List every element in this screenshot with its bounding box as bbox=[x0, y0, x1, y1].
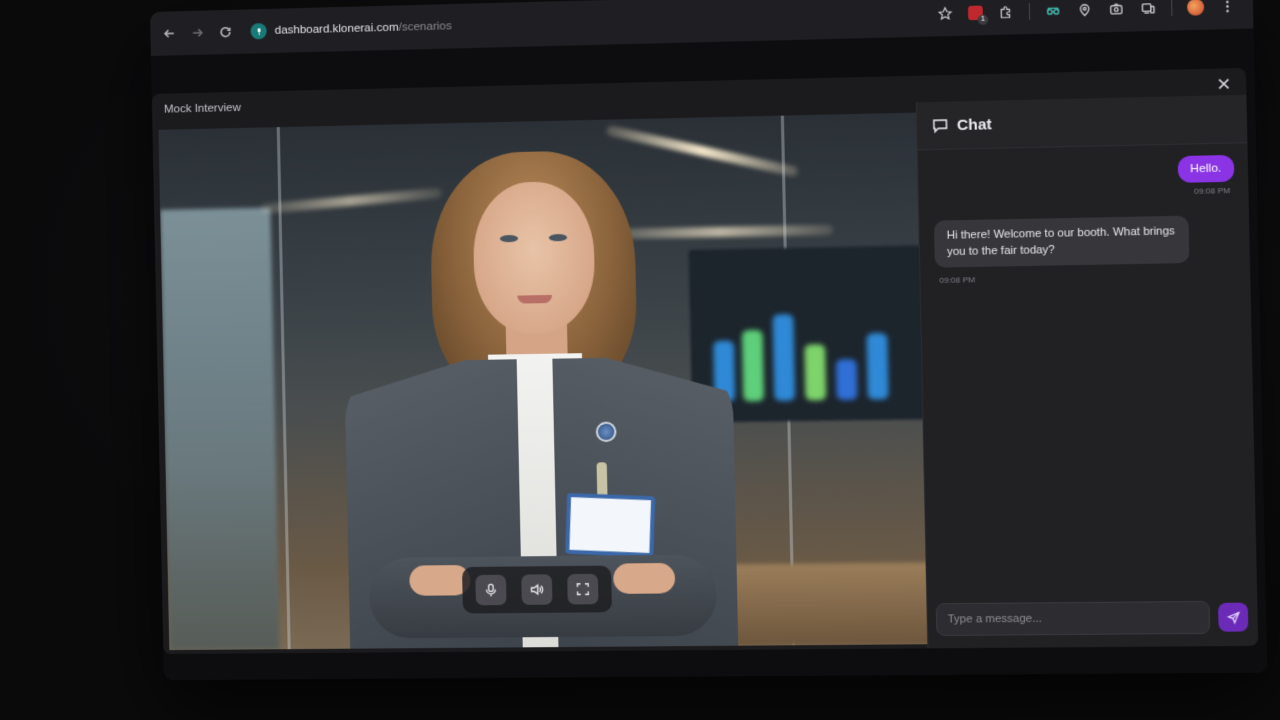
profile-avatar[interactable] bbox=[1186, 0, 1205, 16]
extension-red-icon[interactable]: 1 bbox=[967, 5, 989, 26]
chat-bubble-icon bbox=[932, 117, 949, 134]
close-icon bbox=[1216, 77, 1231, 92]
user-message-time: 09:08 PM bbox=[1193, 185, 1231, 196]
chat-title: Chat bbox=[956, 115, 993, 134]
extensions-puzzle-icon[interactable] bbox=[997, 4, 1014, 21]
speaker-icon bbox=[530, 582, 545, 596]
send-icon bbox=[1226, 610, 1240, 624]
fullscreen-button[interactable] bbox=[566, 573, 599, 605]
devices-icon[interactable] bbox=[1139, 0, 1156, 17]
message-input[interactable]: Type a message... bbox=[935, 600, 1211, 637]
fullscreen-icon bbox=[575, 582, 590, 596]
screenshot-icon[interactable] bbox=[1108, 1, 1125, 18]
location-pin-icon[interactable] bbox=[1076, 2, 1093, 19]
monitor-bar bbox=[772, 314, 796, 401]
page-content: Mock Interview Chat Hello. 09:08 PM Hi t… bbox=[150, 28, 1268, 681]
video-controls bbox=[461, 565, 613, 614]
glasses-extension-icon[interactable] bbox=[1045, 2, 1062, 19]
url-host: dashboard.klonerai.com bbox=[274, 21, 399, 37]
modal-title: Mock Interview bbox=[163, 101, 241, 116]
assistant-message-time: 09:08 PM bbox=[939, 275, 976, 285]
screen: dashboard.klonerai.com/scenarios 1 Mock … bbox=[0, 0, 1280, 720]
avatar-mouth bbox=[517, 294, 553, 304]
monitor-bar bbox=[866, 332, 889, 400]
send-button[interactable] bbox=[1218, 602, 1249, 632]
ceiling-light bbox=[260, 187, 443, 215]
background-window bbox=[160, 207, 280, 651]
avatar-hand bbox=[613, 562, 676, 594]
ceiling-light bbox=[605, 224, 834, 240]
avatar-face bbox=[472, 180, 596, 335]
monitor-bar bbox=[804, 344, 827, 401]
bookmark-star-icon[interactable] bbox=[937, 5, 954, 22]
browser-window: dashboard.klonerai.com/scenarios 1 Mock … bbox=[150, 0, 1268, 681]
close-button[interactable] bbox=[1212, 72, 1236, 95]
assistant-message: Hi there! Welcome to our booth. What bri… bbox=[933, 215, 1190, 268]
avatar-video[interactable] bbox=[158, 112, 928, 651]
back-icon[interactable] bbox=[160, 24, 178, 42]
chat-composer: Type a message... bbox=[935, 600, 1249, 637]
toolbar-divider bbox=[1171, 0, 1173, 17]
extension-badge: 1 bbox=[977, 14, 989, 26]
avatar-eye bbox=[499, 234, 519, 243]
monitor-bar bbox=[835, 358, 858, 401]
mock-interview-modal: Mock Interview Chat Hello. 09:08 PM Hi t… bbox=[151, 67, 1259, 655]
user-message: Hello. bbox=[1177, 154, 1235, 183]
monitor-bar bbox=[741, 329, 765, 402]
lapel-pin bbox=[595, 421, 617, 443]
ceiling-light bbox=[605, 124, 799, 178]
volume-button[interactable] bbox=[521, 574, 553, 605]
microphone-button[interactable] bbox=[475, 574, 507, 606]
forward-icon[interactable] bbox=[188, 24, 206, 42]
background-desk bbox=[715, 562, 928, 646]
chat-header: Chat bbox=[916, 94, 1249, 151]
site-info-icon[interactable] bbox=[250, 22, 267, 40]
chat-panel: Chat Hello. 09:08 PM Hi there! Welcome t… bbox=[915, 94, 1259, 649]
url-path: /scenarios bbox=[398, 20, 452, 34]
toolbar-actions: 1 bbox=[937, 0, 1243, 26]
avatar-eye bbox=[548, 233, 568, 242]
microphone-icon bbox=[484, 583, 499, 597]
name-badge bbox=[565, 492, 656, 558]
kebab-menu-icon[interactable] bbox=[1219, 0, 1236, 15]
reload-icon[interactable] bbox=[216, 23, 234, 41]
toolbar-divider bbox=[1028, 3, 1031, 20]
